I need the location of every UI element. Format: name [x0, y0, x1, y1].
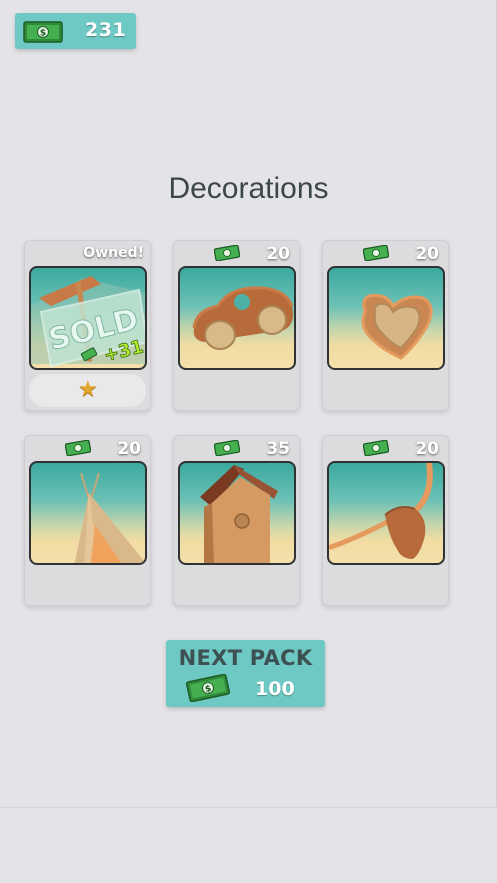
item-preview-sold-sign: SOLD +31: [29, 266, 147, 370]
next-pack-cost: 100: [255, 678, 295, 700]
item-card-toy-car[interactable]: 20: [173, 240, 300, 411]
star-icon: ★: [78, 377, 98, 402]
svg-text:$: $: [40, 29, 46, 39]
cash-icon: [214, 440, 240, 456]
item-preview-birdhouse: [178, 461, 296, 565]
price-label: 20: [266, 244, 290, 264]
price-label: 20: [415, 244, 439, 264]
owned-label: Owned!: [83, 245, 144, 261]
cash-icon: [363, 245, 389, 261]
item-card-bull-skull[interactable]: 20: [322, 435, 449, 606]
price-label: 20: [415, 439, 439, 459]
wallet-balance: $ 231: [15, 13, 136, 49]
page-title: Decorations: [168, 172, 329, 205]
cash-icon: [363, 440, 389, 456]
item-card-birdhouse[interactable]: 35: [173, 435, 300, 606]
cash-icon: $: [23, 21, 63, 43]
item-card-sold-sign[interactable]: Owned! SOLD +31 ★: [24, 240, 151, 411]
item-preview-toy-car: [178, 266, 296, 370]
cash-icon: $: [186, 674, 230, 702]
wallet-amount: 231: [85, 19, 127, 41]
cash-icon: [214, 245, 240, 261]
item-card-teepee[interactable]: 20: [24, 435, 151, 606]
item-preview-bull-skull: [327, 461, 445, 565]
next-pack-label: NEXT PACK: [178, 646, 313, 670]
rating-bar: ★: [29, 374, 146, 407]
item-preview-teepee: [29, 461, 147, 565]
cash-icon: [65, 440, 91, 456]
item-card-heart-bowl[interactable]: 20: [322, 240, 449, 411]
item-preview-heart-bowl: [327, 266, 445, 370]
next-pack-button[interactable]: NEXT PACK $ 100: [166, 640, 325, 707]
price-label: 35: [266, 439, 290, 459]
price-label: 20: [117, 439, 141, 459]
